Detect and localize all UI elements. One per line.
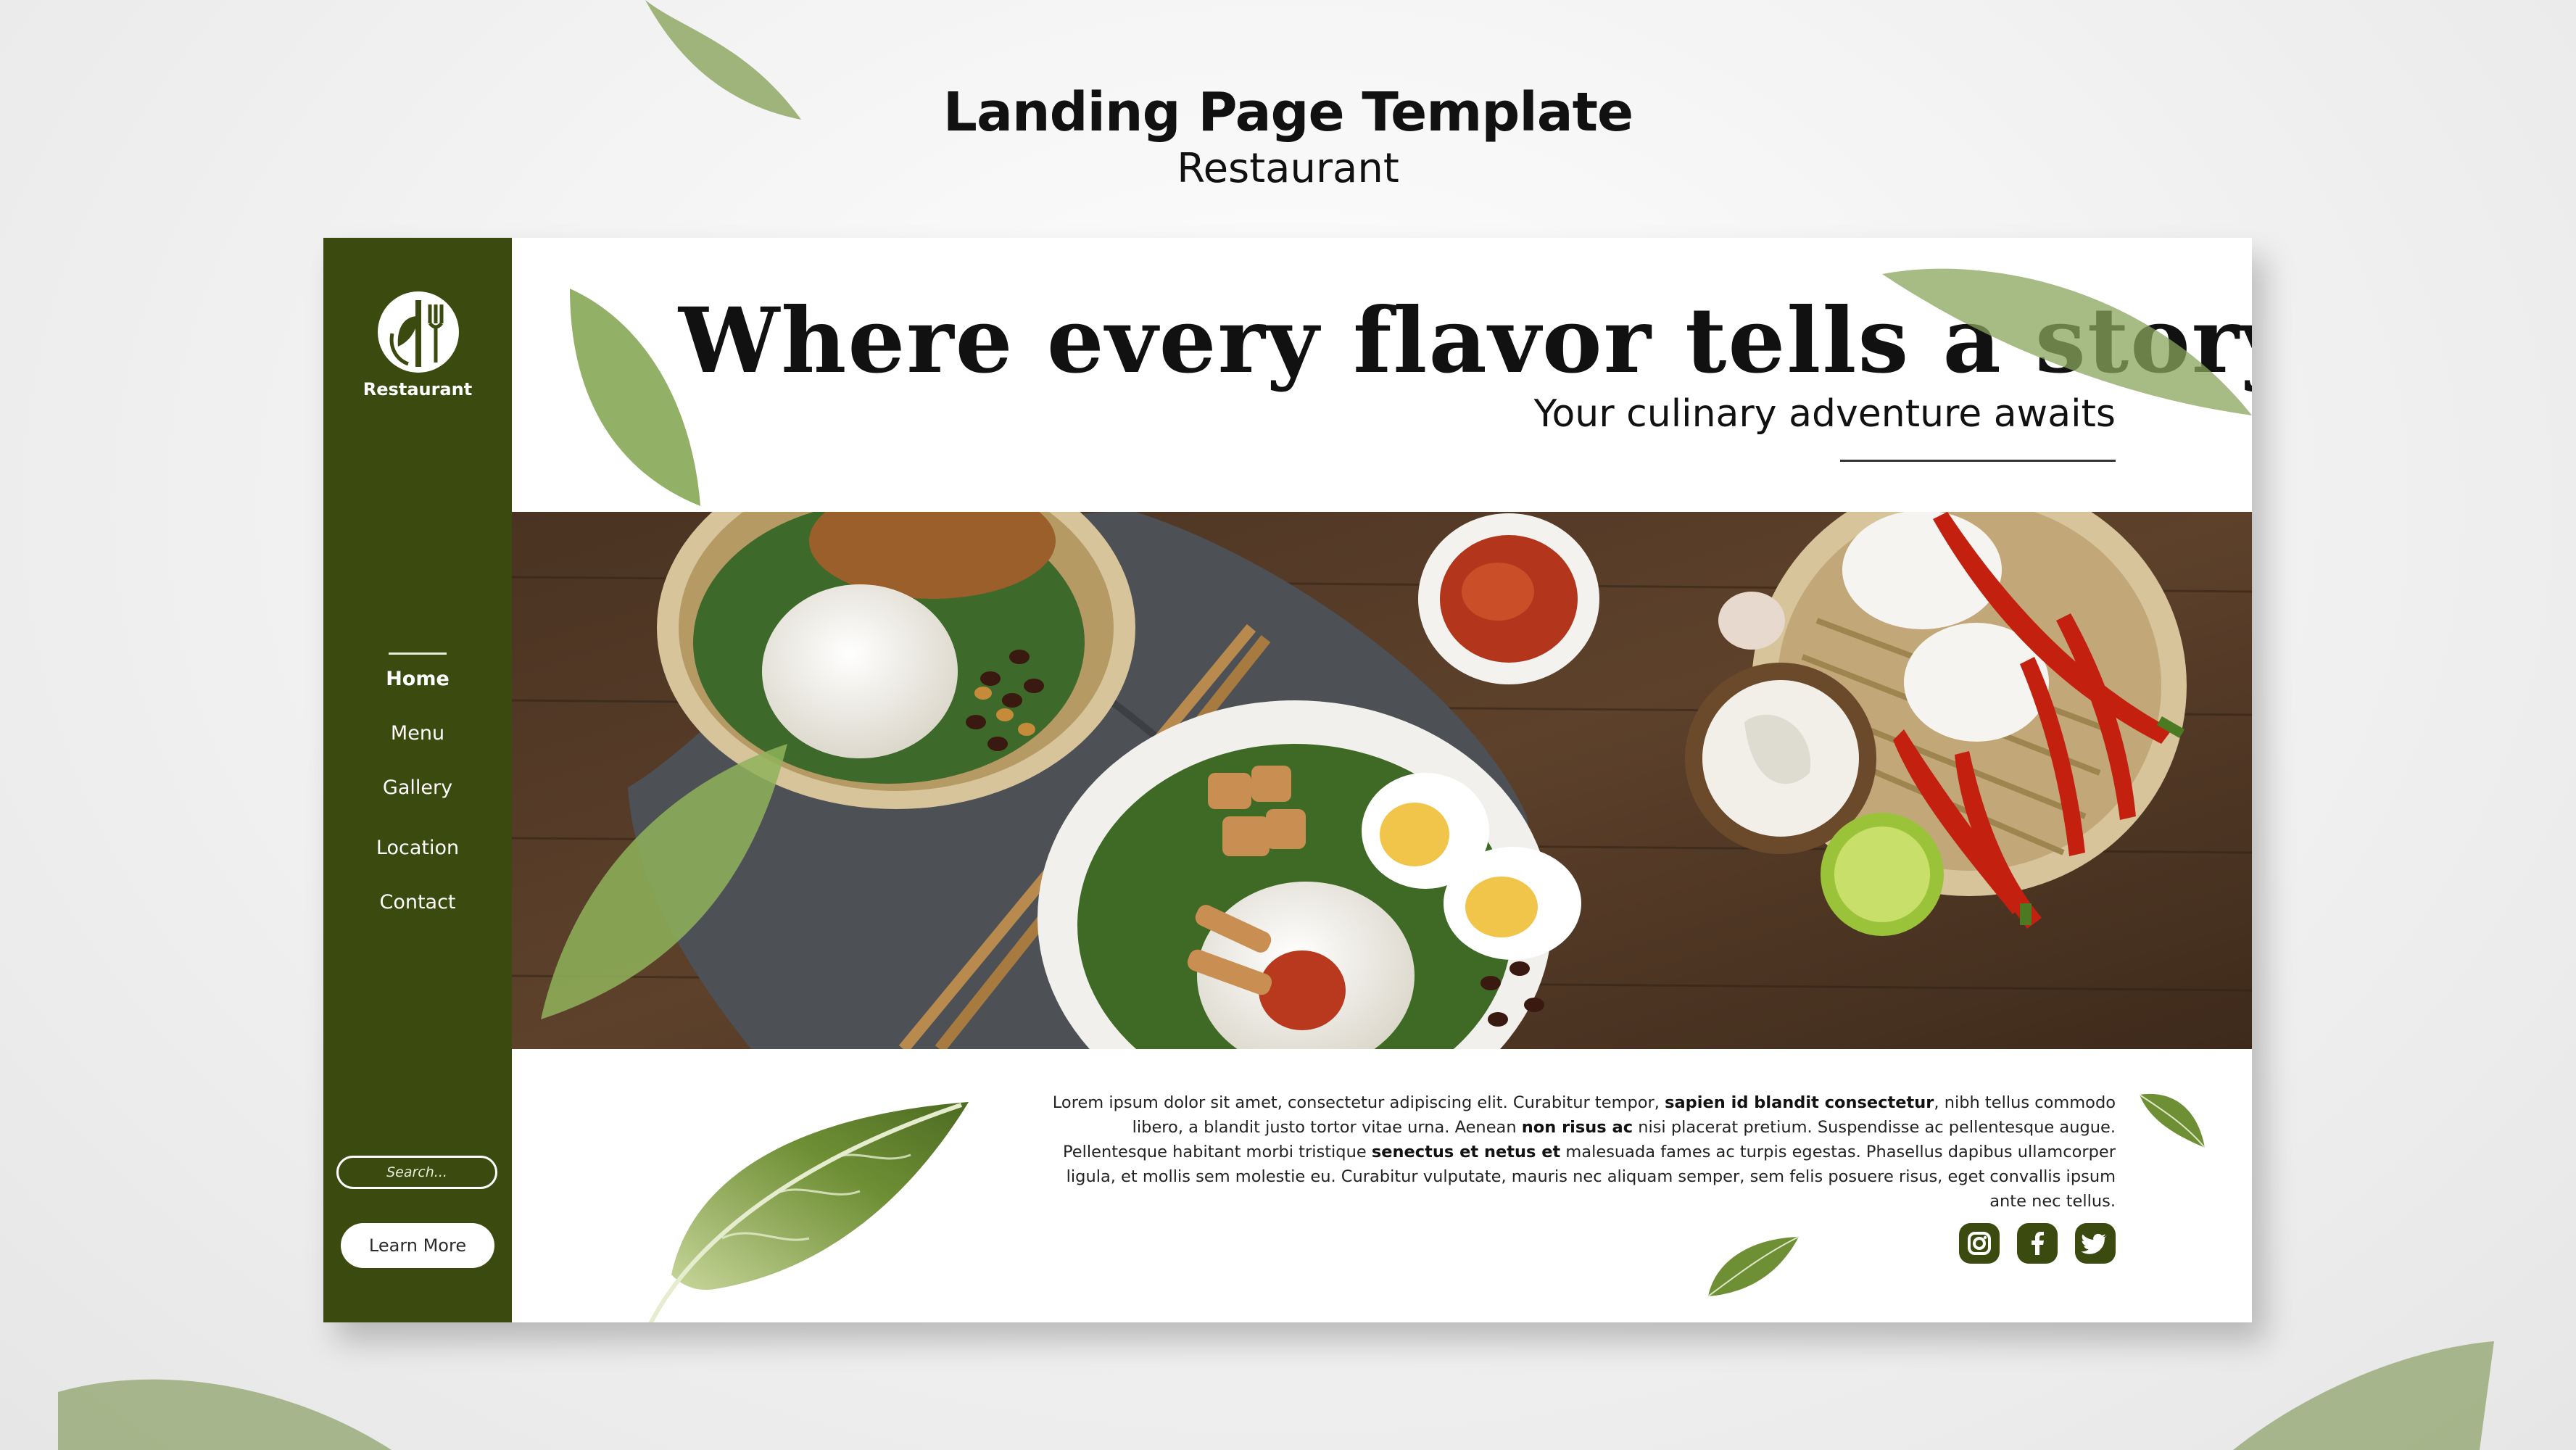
nav-item-location[interactable]: Location xyxy=(323,837,512,859)
instagram-icon[interactable] xyxy=(1959,1223,2000,1264)
nav-item-gallery[interactable]: Gallery xyxy=(323,776,512,799)
logo-text: Restaurant xyxy=(363,379,473,399)
nav-item-home[interactable]: Home xyxy=(323,668,512,690)
leaf-illustration xyxy=(648,1102,969,1322)
sidebar: Restaurant Home Menu Gallery Location Co… xyxy=(323,238,512,1322)
leaf-decoration xyxy=(2139,1093,2206,1148)
leaf-decoration xyxy=(58,1379,392,1450)
landing-page-mockup: Restaurant Home Menu Gallery Location Co… xyxy=(323,238,2252,1322)
leaf-decoration xyxy=(570,289,700,506)
hero-food-image xyxy=(512,512,2252,1049)
leaf-decoration xyxy=(1882,268,2252,415)
leaf-decoration xyxy=(1707,1236,1800,1297)
learn-more-button[interactable]: Learn More xyxy=(341,1223,494,1268)
logo-icon xyxy=(378,291,459,373)
nav-item-menu[interactable]: Menu xyxy=(323,722,512,745)
page-subtitle: Restaurant xyxy=(1177,145,1399,192)
nav-divider xyxy=(389,652,447,655)
body-paragraph: Lorem ipsum dolor sit amet, consectetur … xyxy=(1052,1093,2116,1211)
tagline-underline xyxy=(1840,460,2116,462)
facebook-icon[interactable] xyxy=(2017,1223,2058,1264)
leaf-decoration xyxy=(2233,1341,2494,1450)
search-input[interactable] xyxy=(336,1156,497,1189)
page-title: Landing Page Template xyxy=(943,81,1633,144)
nav-item-contact[interactable]: Contact xyxy=(323,891,512,914)
twitter-icon[interactable] xyxy=(2075,1223,2116,1264)
